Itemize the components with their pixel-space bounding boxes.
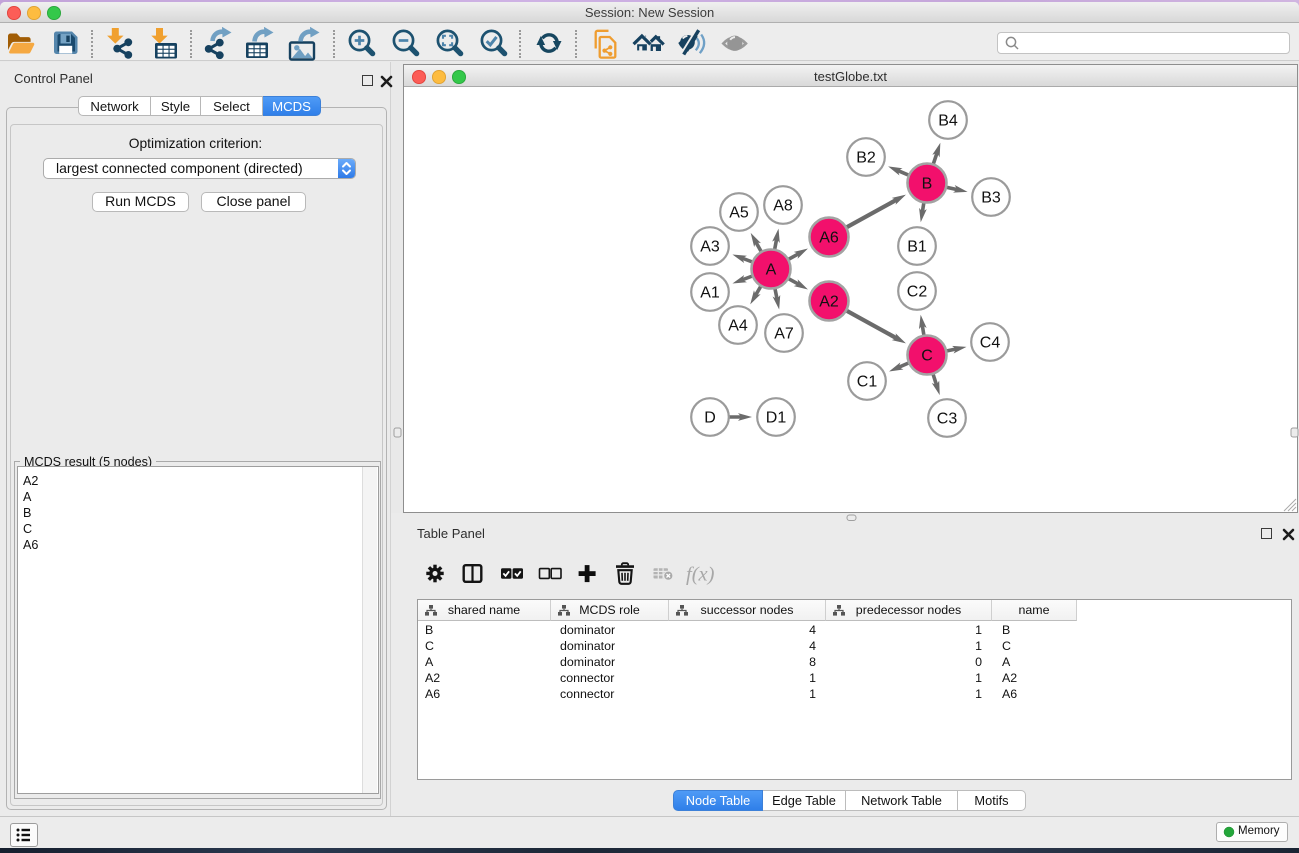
svg-text:A8: A8 bbox=[773, 198, 793, 215]
svg-text:A3: A3 bbox=[700, 239, 720, 256]
svg-text:D: D bbox=[704, 410, 716, 427]
svg-text:B4: B4 bbox=[938, 113, 958, 130]
svg-text:B1: B1 bbox=[907, 239, 927, 256]
svg-text:C3: C3 bbox=[937, 411, 958, 428]
svg-text:D1: D1 bbox=[766, 410, 787, 427]
svg-text:B: B bbox=[922, 176, 933, 193]
svg-text:C: C bbox=[921, 348, 933, 365]
svg-text:f(x): f(x) bbox=[686, 564, 715, 586]
svg-text:B3: B3 bbox=[981, 190, 1001, 207]
svg-text:A1: A1 bbox=[700, 285, 720, 302]
svg-text:A5: A5 bbox=[729, 205, 749, 222]
svg-text:A6: A6 bbox=[819, 230, 839, 247]
svg-text:A: A bbox=[766, 262, 777, 279]
svg-text:A7: A7 bbox=[774, 326, 794, 343]
svg-text:A2: A2 bbox=[819, 294, 839, 311]
svg-text:B2: B2 bbox=[856, 150, 876, 167]
svg-text:C2: C2 bbox=[907, 284, 928, 301]
svg-text:A4: A4 bbox=[728, 318, 748, 335]
svg-text:C4: C4 bbox=[980, 335, 1001, 352]
svg-text:C1: C1 bbox=[857, 374, 878, 391]
